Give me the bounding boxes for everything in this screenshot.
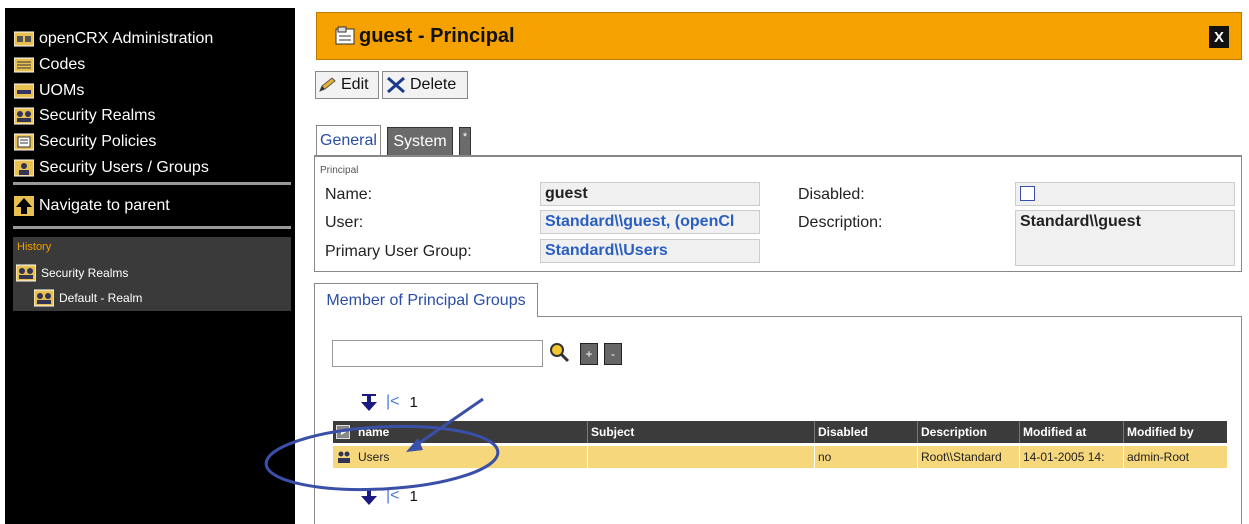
search-icon[interactable] <box>549 342 571 369</box>
cell-disabled: no <box>814 446 917 468</box>
arrow-down-icon[interactable] <box>358 392 380 412</box>
delete-x-icon <box>387 76 405 94</box>
column-header-subject[interactable]: Subject <box>587 421 814 443</box>
tab-general[interactable]: General <box>316 125 381 155</box>
cell-modified-by: admin-Root <box>1123 446 1227 468</box>
cell-subject <box>587 446 814 468</box>
delete-label: Delete <box>410 76 457 93</box>
page-number: 1 <box>409 393 418 411</box>
table-row[interactable]: Users no Root\\Standard 14-01-2005 14: a… <box>333 446 1227 468</box>
realm-icon <box>33 288 55 308</box>
sidebar-item-label: UOMs <box>39 82 85 99</box>
sidebar-divider <box>13 182 291 185</box>
sidebar-item-label: Codes <box>39 56 86 73</box>
disabled-checkbox[interactable] <box>1020 186 1035 201</box>
edit-label: Edit <box>341 76 369 93</box>
history-item-label: Security Realms <box>41 266 129 280</box>
column-header-name[interactable]: name <box>355 421 587 443</box>
sidebar-item-uoms[interactable]: UOMs <box>13 79 84 103</box>
history-item-default-realm[interactable]: Default - Realm <box>33 288 142 308</box>
history-item-security-realms[interactable]: Security Realms <box>15 263 128 283</box>
first-page-link[interactable]: |< <box>386 393 400 411</box>
group-icon <box>336 449 352 470</box>
codes-icon <box>13 55 35 75</box>
close-button[interactable]: X <box>1209 26 1229 48</box>
sidebar-divider <box>13 226 291 229</box>
tab-member-of-principal-groups[interactable]: Member of Principal Groups <box>314 283 538 317</box>
arrow-up-icon <box>13 196 35 216</box>
pager-bottom: |< 1 <box>358 485 418 507</box>
page-header: guest - Principal X <box>316 12 1242 60</box>
cell-modified-at: 14-01-2005 14: <box>1019 446 1123 468</box>
realms-icon <box>15 263 37 283</box>
search-input[interactable] <box>332 340 543 367</box>
page-number: 1 <box>409 487 418 505</box>
disabled-label: Disabled: <box>798 186 865 203</box>
arrow-down-icon[interactable] <box>358 486 380 506</box>
realms-icon <box>13 106 35 126</box>
page-title: guest - Principal <box>359 25 515 47</box>
description-label: Description: <box>798 214 883 231</box>
tab-more[interactable]: * <box>459 127 471 157</box>
navigate-parent-label: Navigate to parent <box>39 197 170 214</box>
sidebar-item-security-users-groups[interactable]: Security Users / Groups <box>13 156 209 180</box>
navigate-to-parent[interactable]: Navigate to parent <box>13 194 170 218</box>
column-header-disabled[interactable]: Disabled <box>814 421 917 443</box>
sidebar-item-security-realms[interactable]: Security Realms <box>13 104 155 128</box>
user-link[interactable]: Standard\\guest, (openCl <box>540 210 760 234</box>
panel-caption: Principal <box>320 165 359 176</box>
grid-header: name Subject Disabled Description Modifi… <box>333 421 1227 443</box>
column-header-modified-by[interactable]: Modified by <box>1123 421 1227 443</box>
remove-filter-button[interactable]: - <box>604 343 622 365</box>
primary-group-label: Primary User Group: <box>325 243 472 260</box>
cell-description: Root\\Standard <box>917 446 1019 468</box>
pager-top: |< 1 <box>358 391 418 413</box>
disabled-field <box>1015 182 1235 206</box>
users-groups-icon <box>13 158 35 178</box>
primary-group-link[interactable]: Standard\\Users <box>540 239 760 263</box>
edit-button[interactable]: Edit <box>315 71 379 99</box>
admin-icon <box>13 29 35 49</box>
sidebar: openCRX Administration Codes UOMs Securi… <box>5 8 295 524</box>
delete-button[interactable]: Delete <box>382 71 468 99</box>
user-label: User: <box>325 214 364 231</box>
history-panel: History Security Realms Default - Realm <box>13 237 291 311</box>
cell-name[interactable]: Users <box>355 446 587 468</box>
uoms-icon <box>13 81 35 101</box>
description-value: Standard\\guest <box>1015 210 1235 266</box>
sidebar-item-security-policies[interactable]: Security Policies <box>13 130 156 154</box>
sidebar-item-label: Security Policies <box>39 133 157 150</box>
history-item-label: Default - Realm <box>59 291 143 305</box>
principal-icon <box>335 26 355 51</box>
sidebar-item-label: Security Users / Groups <box>39 159 209 176</box>
sidebar-item-label: Security Realms <box>39 107 156 124</box>
column-header-description[interactable]: Description <box>917 421 1019 443</box>
sidebar-item-admin[interactable]: openCRX Administration <box>13 27 213 51</box>
history-title: History <box>17 241 52 253</box>
add-filter-button[interactable]: + <box>580 343 598 365</box>
row-menu-icon[interactable] <box>336 425 350 439</box>
pencil-icon <box>319 77 336 92</box>
sidebar-item-label: openCRX Administration <box>39 30 214 47</box>
tab-system[interactable]: System <box>387 127 453 157</box>
name-value: guest <box>540 182 760 206</box>
policies-icon <box>13 132 35 152</box>
name-label: Name: <box>325 186 373 203</box>
first-page-link[interactable]: |< <box>386 487 400 505</box>
sidebar-item-codes[interactable]: Codes <box>13 53 85 77</box>
column-header-modified-at[interactable]: Modified at <box>1019 421 1123 443</box>
